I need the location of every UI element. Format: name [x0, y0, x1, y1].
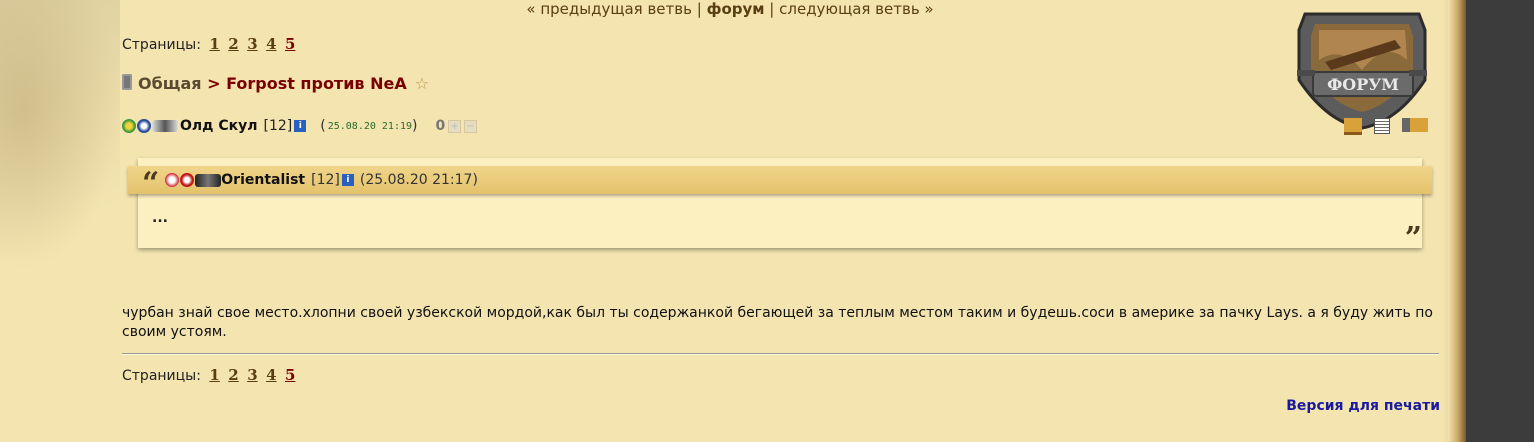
breadcrumb: Общая > Forpost против NeA ☆: [122, 74, 429, 93]
quote-header: “ Orientalist [12] i (25.08.20 21:17): [128, 166, 1432, 201]
page-link-1[interactable]: 1: [209, 35, 219, 53]
print-version-link[interactable]: Версия для печати: [1286, 398, 1440, 414]
date-close-paren: ): [412, 118, 418, 134]
quote-close-icon: ”: [1404, 221, 1422, 256]
quote-block: “ Orientalist [12] i (25.08.20 21:17) ..…: [128, 158, 1432, 256]
page-link-3[interactable]: 3: [247, 35, 257, 53]
post-author[interactable]: Олд Скул: [180, 118, 258, 134]
author-level: [12]: [263, 118, 293, 134]
divider: [122, 353, 1439, 355]
page-link-5-current[interactable]: 5: [285, 366, 295, 384]
forum-link[interactable]: форум: [707, 0, 765, 18]
post-date: 25.08.20 21:19: [327, 120, 413, 132]
quote-open-icon: “: [142, 166, 160, 201]
date-open-paren: (: [320, 118, 326, 134]
next-thread-link[interactable]: следующая ветвь »: [779, 0, 933, 18]
pagination-top: Страницы: 1 2 3 4 5: [122, 35, 295, 53]
page-left-decoration: [0, 0, 120, 270]
nav-separator: |: [691, 0, 707, 18]
quote-info-icon[interactable]: i: [341, 174, 354, 186]
thread-navigation: « предыдущая ветвь | форум | следующая в…: [0, 0, 1460, 18]
mobile-icon: [122, 74, 132, 90]
post-header: Олд Скул [12] i (25.08.20 21:19) 0 + −: [122, 118, 478, 134]
pagination-label: Страницы:: [122, 37, 201, 53]
breadcrumb-separator: >: [201, 74, 227, 93]
quote-rank-badge-icon: [195, 173, 222, 187]
forum-shield-icon: ФОРУМ: [1297, 12, 1427, 130]
quote-reply-icon[interactable]: [1402, 118, 1428, 132]
clan-badge-icon[interactable]: [122, 119, 136, 133]
author-info-icon[interactable]: i: [294, 120, 307, 132]
quote-author-level: [12]: [311, 172, 340, 188]
rank-badge-icon[interactable]: [152, 120, 178, 132]
forum-logo[interactable]: ФОРУМ: [1285, 0, 1439, 132]
rate-minus-button[interactable]: −: [464, 119, 478, 133]
page-link-4[interactable]: 4: [266, 35, 276, 53]
post-rating: 0: [435, 118, 446, 134]
quote-text: ...: [152, 210, 168, 226]
topic-title: Forpost против NeA: [226, 74, 407, 93]
page-link-3[interactable]: 3: [247, 366, 257, 384]
logo-text: ФОРУМ: [1327, 75, 1399, 94]
pagination-label: Страницы:: [122, 368, 201, 384]
nav-separator: |: [764, 0, 780, 18]
page-link-5-current[interactable]: 5: [285, 35, 295, 53]
order-badge-icon[interactable]: [137, 119, 151, 133]
reply-icon[interactable]: [1344, 118, 1362, 135]
page-dark-edge: [1448, 0, 1534, 442]
prev-thread-link[interactable]: « предыдущая ветвь: [526, 0, 692, 18]
pagination-bottom: Страницы: 1 2 3 4 5: [122, 366, 295, 384]
page-link-2[interactable]: 2: [228, 35, 238, 53]
page-link-1[interactable]: 1: [209, 366, 219, 384]
favorite-star-icon[interactable]: ☆: [415, 74, 429, 93]
quote-badge-icon: [165, 173, 180, 187]
quote-cross-badge-icon: [180, 173, 195, 187]
quote-date: (25.08.20 21:17): [359, 172, 478, 188]
breadcrumb-category[interactable]: Общая: [138, 74, 202, 93]
page-link-4[interactable]: 4: [266, 366, 276, 384]
post-tools: [1344, 118, 1428, 135]
list-icon[interactable]: [1374, 118, 1390, 134]
post-message: чурбан знай свое место.хлопни своей узбе…: [122, 305, 1433, 340]
quote-author[interactable]: Orientalist: [221, 172, 305, 188]
page-link-2[interactable]: 2: [228, 366, 238, 384]
forum-link-label: форум: [706, 0, 765, 18]
rate-plus-button[interactable]: +: [448, 119, 462, 133]
